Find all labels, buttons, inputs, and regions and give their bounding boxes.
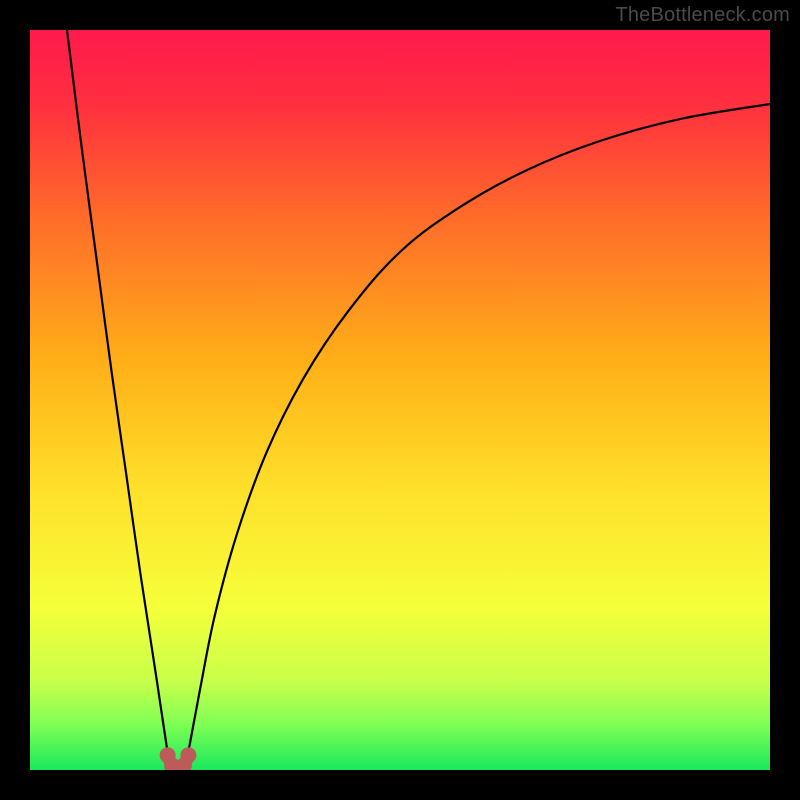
trough-marker-dots [160, 747, 197, 770]
watermark-text: TheBottleneck.com [615, 4, 790, 27]
outer-frame: TheBottleneck.com [0, 0, 800, 800]
bottleneck-curve-right [189, 104, 770, 748]
plot-area [30, 30, 770, 770]
bottleneck-curve-left [67, 30, 167, 748]
trough-marker-dot [180, 747, 196, 763]
curve-layer [30, 30, 770, 770]
